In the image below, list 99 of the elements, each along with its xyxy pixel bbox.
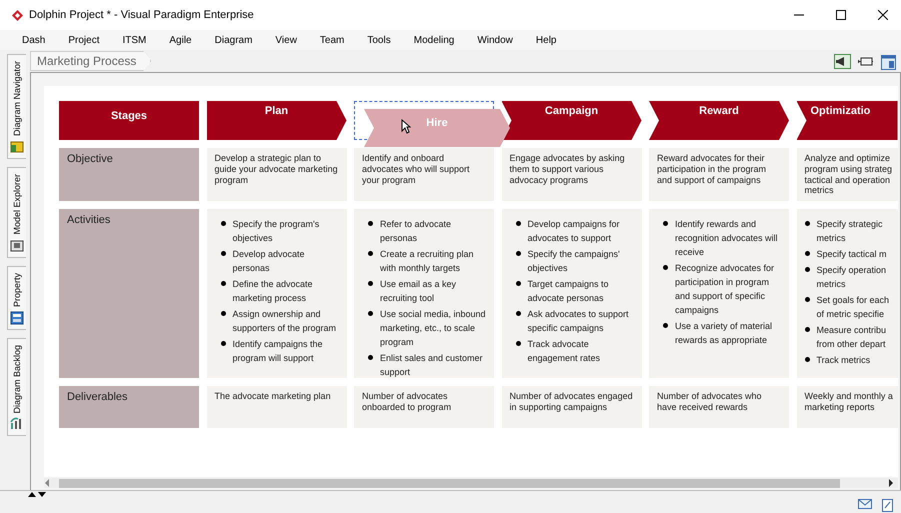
menu-item[interactable]: Help <box>536 34 580 46</box>
scroll-right-icon[interactable] <box>888 479 894 487</box>
activity-text: Enlist sales and customer support <box>380 352 484 379</box>
stage-header[interactable]: Plan <box>206 101 346 140</box>
bullet-icon <box>804 267 810 272</box>
activity-text: Create a recruiting plan with monthly targets <box>380 248 475 275</box>
side-tab[interactable]: Diagram Navigator <box>7 54 26 160</box>
activity-text: Track metrics <box>816 354 870 367</box>
activity-text: Refer to advocate personas <box>380 218 452 245</box>
row-label: Activities <box>59 209 199 378</box>
objective-cell: Engage advocates by asking them to support various advocacy programs <box>502 148 642 201</box>
activity-text: Specify the campaigns' objectives <box>528 248 621 275</box>
side-tab[interactable]: Model Explorer <box>7 167 26 258</box>
bullet-icon <box>663 221 668 226</box>
property-icon <box>10 310 24 325</box>
bullet-icon <box>516 251 520 256</box>
objective-cell: Develop a strategic plan to guide your advocate marketing program <box>206 148 346 201</box>
bullet-icon <box>516 281 520 286</box>
activity-text: Use email as a key recruiting tool <box>380 278 458 305</box>
objective-cell: Identify and onboard advocates who will support your program <box>354 148 494 201</box>
bullet-icon <box>804 221 810 226</box>
activity-text: Identify campaigns the program will support <box>232 338 324 365</box>
bullet-icon <box>663 323 668 328</box>
bullet-icon <box>368 281 373 286</box>
menu-item[interactable]: Dash <box>22 34 68 46</box>
stage-header: Stages <box>59 101 199 140</box>
bullet-icon <box>220 341 226 346</box>
bullet-icon <box>663 265 668 270</box>
activity-text: Identify rewards and recognition advocates will receive <box>675 218 779 259</box>
activity-text: Use social media, inbound marketing, etc., to scale program <box>380 308 487 349</box>
stage-header[interactable]: Campaign <box>502 101 642 140</box>
activity-text: Set goals for each of metric specifie <box>816 294 890 321</box>
menu-item[interactable]: View <box>275 34 320 46</box>
side-tab[interactable]: Diagram Backlog <box>7 338 26 436</box>
bullet-icon <box>516 221 520 226</box>
deliverable-cell: Weekly and monthly a marketing reports <box>796 386 898 428</box>
menu-item[interactable]: Tools <box>367 34 414 46</box>
navigator-icon <box>10 140 24 154</box>
bullet-icon <box>368 221 373 226</box>
cursor-icon <box>401 119 411 134</box>
activity-text: Develop campaigns for advocates to support <box>528 218 621 245</box>
activity-text: Use a variety of material rewards as appropriate <box>675 320 774 347</box>
bullet-icon <box>220 281 226 286</box>
activity-text: Assign ownership and supporters of the program <box>232 308 338 335</box>
menu-item[interactable]: ITSM <box>122 34 170 46</box>
bullet-icon <box>804 357 810 362</box>
bullet-icon <box>220 221 226 226</box>
backlog-icon <box>10 417 24 432</box>
note-icon[interactable] <box>882 499 893 512</box>
menu-item[interactable]: Window <box>477 34 536 46</box>
menu-item[interactable]: Project <box>68 34 122 46</box>
activity-text: Specify the program's objectives <box>232 218 320 245</box>
bullet-icon <box>516 341 520 346</box>
side-tab[interactable]: Property <box>7 266 26 330</box>
stage-header[interactable]: Reward <box>649 101 789 140</box>
bullet-icon <box>804 297 810 302</box>
menu-item[interactable]: Team <box>320 34 368 46</box>
bullet-icon <box>368 251 373 256</box>
horizontal-scrollbar[interactable] <box>44 478 898 488</box>
app-logo-icon <box>12 10 23 20</box>
activity-text: Specify operation metrics <box>816 264 886 291</box>
activity-text: Measure contribu from other depart <box>816 324 886 351</box>
row-label: Deliverables <box>59 386 199 428</box>
activity-text: Develop advocate personas <box>232 248 306 275</box>
breadcrumb[interactable]: Marketing Process <box>30 51 152 71</box>
panel-icon[interactable] <box>880 54 897 68</box>
bullet-icon <box>804 251 810 256</box>
mail-icon[interactable] <box>858 499 872 509</box>
activity-text: Specify tactical m <box>816 248 887 261</box>
bullet-icon <box>368 311 373 316</box>
menu-item[interactable]: Agile <box>169 34 215 46</box>
activity-text: Track advocate engagement rates <box>528 338 602 365</box>
activity-text: Ask advocates to support specific campaigns <box>528 308 630 335</box>
bullet-icon <box>220 311 226 316</box>
maximize-icon[interactable] <box>836 10 846 20</box>
activity-text: Recognize advocates for participation in program and support of specific campaigns <box>675 262 776 317</box>
menu-item[interactable]: Modeling <box>414 34 478 46</box>
megaphone-icon[interactable] <box>834 54 851 68</box>
deliverable-cell: The advocate marketing plan <box>206 386 346 428</box>
bullet-icon <box>368 355 373 360</box>
stage-header[interactable]: Optimizatio <box>796 101 898 140</box>
objective-cell: Analyze and optimize program using strateg tactical and operation metrics <box>796 148 898 201</box>
explorer-icon <box>10 238 24 253</box>
menu-item[interactable]: Diagram <box>214 34 276 46</box>
row-label: Objective <box>59 148 199 201</box>
activity-text: Specify strategic metrics <box>816 218 883 245</box>
close-icon[interactable] <box>878 10 888 20</box>
activity-text: Target campaigns to advocate personas <box>528 278 610 305</box>
bullet-icon <box>804 327 810 332</box>
deliverable-cell: Number of advocates who have received rewards <box>649 386 789 428</box>
activity-text: Define the advocate marketing process <box>232 278 314 305</box>
collapse-arrows-icon[interactable] <box>28 491 46 497</box>
deliverable-cell: Number of advocates engaged in supporting campaigns <box>502 386 642 428</box>
bullet-icon <box>516 311 520 316</box>
bullet-icon <box>220 251 226 256</box>
window-title: Dolphin Project * - Visual Paradigm Enterprise <box>29 9 255 21</box>
scroll-left-icon[interactable] <box>44 479 50 487</box>
deliverable-cell: Number of advocates onboarded to program <box>354 386 494 428</box>
objective-cell: Reward advocates for their participation in the program and support of campaigns <box>649 148 789 201</box>
